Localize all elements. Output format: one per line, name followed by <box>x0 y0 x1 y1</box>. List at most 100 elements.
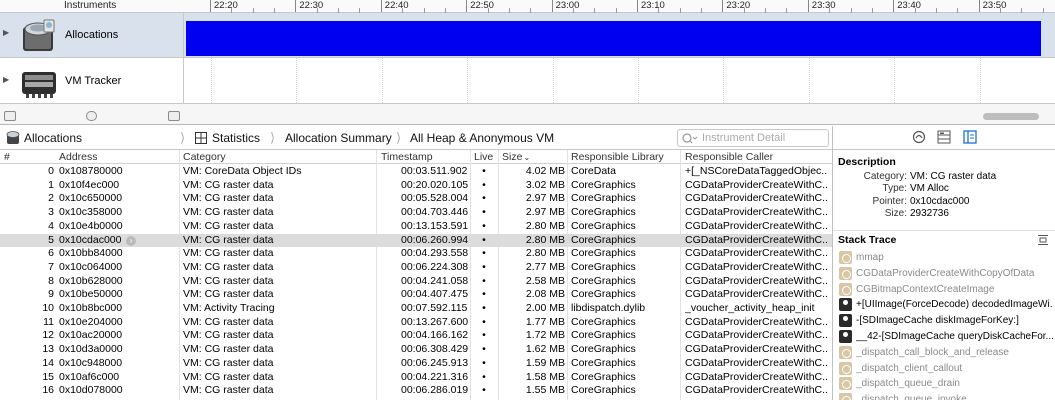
cell-index: 2 <box>48 192 54 205</box>
cell-category: VM: CG raster data <box>183 206 274 219</box>
jump-bar-instrument[interactable]: Allocations <box>24 131 82 145</box>
user-code-icon <box>839 298 852 312</box>
system-library-icon <box>839 361 852 375</box>
table-row[interactable]: 16 0x10d078000 VM: CG raster data 00:06.286… <box>0 384 832 398</box>
track-size-small-icon[interactable] <box>4 111 16 121</box>
search-placeholder: Instrument Detail <box>702 132 786 144</box>
cell-category: VM: CG raster data <box>183 343 274 356</box>
cell-category: VM: CG raster data <box>183 329 274 342</box>
table-row[interactable]: 3 0x10c358000 VM: CG raster data 00:04.703.… <box>0 206 832 220</box>
stack-frame[interactable]: _dispatch_client_callout <box>839 361 1054 376</box>
cell-library: CoreGraphics <box>571 247 636 260</box>
cell-live: • <box>482 356 486 369</box>
table-row[interactable]: 15 0x10af6c000 VM: CG raster data 00:04.221… <box>0 371 832 385</box>
cell-caller: CGDataProviderCreateWithC... <box>685 219 828 232</box>
allocations-graph[interactable] <box>183 13 1055 57</box>
table-row[interactable]: 6 0x10bb84000 VM: CG raster data 00:04.293.… <box>0 247 832 261</box>
cell-size: 1.59 MB <box>525 356 565 369</box>
track-name-vm-tracker: VM Tracker <box>65 75 122 87</box>
cell-index: 11 <box>43 315 54 328</box>
cell-caller: CGDataProviderCreateWithC... <box>685 192 828 205</box>
stack-options-icon[interactable] <box>1037 234 1049 246</box>
display-settings-icon[interactable] <box>937 130 951 144</box>
cell-library: CoreGraphics <box>571 356 636 369</box>
stack-frame-label: CGBitmapContextCreateImage <box>856 283 995 295</box>
table-row[interactable]: 9 0x10be50000 VM: CG raster data 00:04.407.… <box>0 288 832 302</box>
table-row[interactable]: 0 0x108780000 VM: CoreData Object IDs 00:03… <box>0 165 832 179</box>
cell-timestamp: 00:06.224.308 <box>401 260 469 273</box>
cell-caller: CGDataProviderCreateWithC... <box>685 260 828 273</box>
cell-index: 1 <box>48 178 54 191</box>
table-row[interactable]: 1 0x10f4ec000 VM: CG raster data 00:20.020.… <box>0 179 832 193</box>
timeline-horizontal-scrollbar[interactable] <box>983 113 1039 120</box>
cell-address: 0x10af6c000 <box>59 370 120 383</box>
cell-address: 0x10e4b0000 <box>59 219 123 232</box>
column-header-index[interactable]: # <box>4 151 10 163</box>
description-value: 0x10cdac000 <box>910 195 970 207</box>
cell-index: 13 <box>42 343 54 356</box>
cell-library: CoreGraphics <box>571 329 636 342</box>
track-row-allocations[interactable]: ▶ Allocations <box>0 13 1055 58</box>
stack-frame[interactable]: CGDataProviderCreateWithCopyOfData <box>839 266 1054 281</box>
cell-size: 1.62 MB <box>525 343 565 356</box>
vm-tracker-graph[interactable] <box>183 58 1055 103</box>
cell-index: 4 <box>48 219 54 232</box>
cell-library: CoreGraphics <box>571 206 636 219</box>
extended-detail-icon[interactable] <box>963 130 977 144</box>
jump-bar-allocation-summary[interactable]: Allocation Summary <box>285 131 392 145</box>
table-row[interactable]: 4 0x10e4b0000 VM: CG raster data 00:13.153.… <box>0 220 832 234</box>
cell-timestamp: 00:04.407.475 <box>401 288 469 301</box>
stack-frame[interactable]: _dispatch_queue_invoke <box>839 392 1054 400</box>
cell-size: 4.02 MB <box>525 165 565 177</box>
table-row[interactable]: 13 0x10d3a0000 VM: CG raster data 00:06.308… <box>0 343 832 357</box>
stack-frame[interactable]: CGBitmapContextCreateImage <box>839 282 1054 297</box>
column-header-caller[interactable]: Responsible Caller <box>685 151 773 163</box>
stack-frame-label: _dispatch_queue_invoke <box>856 394 967 400</box>
disclosure-triangle-icon[interactable]: ▶ <box>3 28 9 37</box>
cell-live: • <box>482 165 486 177</box>
cell-caller: CGDataProviderCreateWithC... <box>685 233 828 246</box>
track-row-vm-tracker[interactable]: ▶ VM Tracker <box>0 58 1055 104</box>
jump-bar-filter[interactable]: All Heap & Anonymous VM <box>410 131 554 145</box>
time-grid-line <box>979 58 981 103</box>
column-header-size[interactable]: Size⌄ <box>502 151 530 163</box>
stack-frame[interactable]: -[SDImageCache diskImageForKey:] <box>839 313 1054 328</box>
stack-frame[interactable]: mmap <box>839 250 1054 265</box>
cell-library: CoreGraphics <box>571 178 636 191</box>
column-header-timestamp[interactable]: Timestamp <box>381 151 433 163</box>
stack-frame[interactable]: __42-[SDImageCache queryDiskCacheFor... <box>839 329 1054 344</box>
stack-frame-label: _dispatch_client_callout <box>856 362 963 374</box>
jump-bar: Allocations ⟩ Statistics ⟩ Allocation Su… <box>0 126 832 150</box>
table-row[interactable]: 5 0x10cdac000 VM: CG raster data 00:06.260.… <box>0 233 832 248</box>
ruler-tick-label: 23:20 <box>722 0 750 12</box>
record-settings-icon[interactable] <box>912 130 926 144</box>
table-row[interactable]: 2 0x10c650000 VM: CG raster data 00:05.528.… <box>0 192 832 206</box>
time-ruler[interactable]: 22:20 22:30 22:40 22:50 23:00 23:10 23:20 23:30… <box>183 0 1055 13</box>
table-row[interactable]: 10 0x10b8bc000 VM: Activity Tracing 00:07.5… <box>0 302 832 316</box>
table-row[interactable]: 7 0x10c064000 VM: CG raster data 00:06.224.… <box>0 261 832 275</box>
table-row[interactable]: 8 0x10b628000 VM: CG raster data 00:04.241.… <box>0 275 832 289</box>
focus-arrow-icon[interactable]: › <box>126 235 136 246</box>
allocations-small-icon <box>6 131 20 144</box>
track-size-large-icon[interactable] <box>168 111 180 121</box>
table-row[interactable]: 11 0x10e204000 VM: CG raster data 00:13.267… <box>0 316 832 330</box>
column-header-address[interactable]: Address <box>59 151 98 163</box>
stack-frame-label: +[UIImage(ForceDecode) decodedImageWi... <box>856 299 1053 311</box>
table-row[interactable]: 12 0x10ac20000 VM: CG raster data 00:04.166… <box>0 329 832 343</box>
cell-live: • <box>482 178 486 191</box>
disclosure-triangle-icon[interactable]: ▶ <box>3 75 9 84</box>
table-row[interactable]: 14 0x10c948000 VM: CG raster data 00:06.245… <box>0 357 832 371</box>
stack-frame[interactable]: _dispatch_call_block_and_release <box>839 345 1054 360</box>
cell-caller: CGDataProviderCreateWithC... <box>685 343 828 356</box>
column-header-category[interactable]: Category <box>183 151 226 163</box>
stack-frame-label: CGDataProviderCreateWithCopyOfData <box>856 267 1035 279</box>
stack-frame[interactable]: _dispatch_queue_drain <box>839 376 1054 391</box>
jump-bar-statistics[interactable]: Statistics <box>212 131 260 145</box>
column-header-library[interactable]: Responsible Library <box>571 151 664 163</box>
cell-caller: CGDataProviderCreateWithC... <box>685 356 828 369</box>
ruler-tick-label: 22:40 <box>380 0 409 12</box>
instrument-detail-search[interactable]: Instrument Detail <box>677 129 829 147</box>
column-header-live[interactable]: Live <box>474 151 493 163</box>
stack-frame[interactable]: +[UIImage(ForceDecode) decodedImageWi... <box>839 297 1054 312</box>
track-size-slider-icon[interactable] <box>86 111 97 121</box>
